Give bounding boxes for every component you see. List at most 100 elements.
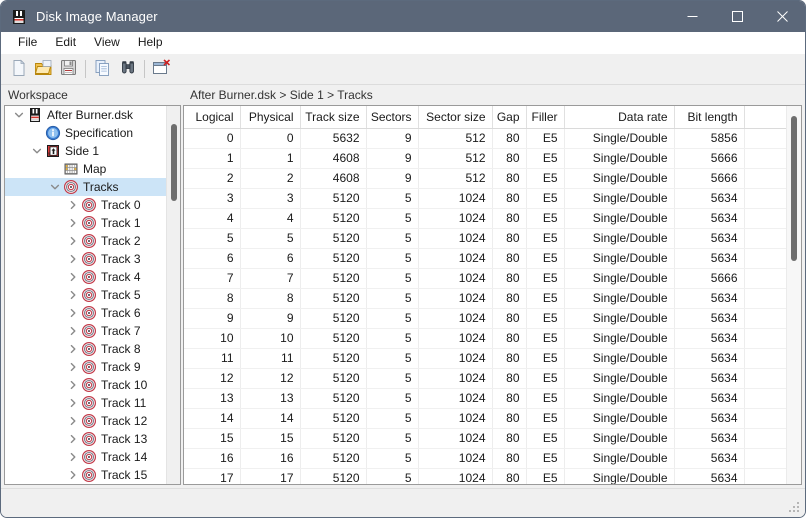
sidebar-item-track-11[interactable]: Track 11 <box>5 394 180 412</box>
track-target-icon <box>63 179 79 195</box>
chevron-right-icon[interactable] <box>65 290 81 300</box>
chevron-right-icon[interactable] <box>65 272 81 282</box>
chevron-right-icon[interactable] <box>65 308 81 318</box>
sidebar-item-track-4[interactable]: Track 4 <box>5 268 180 286</box>
chevron-right-icon[interactable] <box>65 398 81 408</box>
table-row[interactable]: 12 12 5120 5 1024 80 E5 Single/Double 5634 <box>184 368 789 389</box>
sidebar-item-after-burner-dsk[interactable]: After Burner.dsk <box>5 106 180 124</box>
column-header-physical[interactable]: Physical <box>240 106 301 129</box>
column-header-sector-size[interactable]: Sector size <box>418 106 493 129</box>
table-row[interactable]: 15 15 5120 5 1024 80 E5 Single/Double 5634 <box>184 428 789 449</box>
sidebar-item-track-1[interactable]: Track 1 <box>5 214 180 232</box>
table-cell: 80 <box>492 388 527 409</box>
sidebar-item-track-3[interactable]: Track 3 <box>5 250 180 268</box>
chevron-right-icon[interactable] <box>65 416 81 426</box>
sidebar-item-track-2[interactable]: Track 2 <box>5 232 180 250</box>
chevron-down-icon[interactable] <box>47 182 63 192</box>
chevron-right-icon[interactable] <box>65 380 81 390</box>
table-cell: 5 <box>366 388 419 409</box>
window-controls <box>670 1 805 32</box>
menu-item-file[interactable]: File <box>9 33 46 52</box>
close-window-button[interactable] <box>149 57 174 81</box>
table-cell: 5666 <box>674 168 745 189</box>
table-row[interactable]: 3 3 5120 5 1024 80 E5 Single/Double 5634 <box>184 188 789 209</box>
chevron-down-icon[interactable] <box>11 110 27 120</box>
menu-item-edit[interactable]: Edit <box>46 33 85 52</box>
resize-grip[interactable] <box>789 502 801 514</box>
table-cell: 1024 <box>418 188 493 209</box>
tracks-table-scrollbar[interactable] <box>786 106 801 484</box>
workspace-tree-scrollbar-thumb[interactable] <box>171 124 177 201</box>
sidebar-item-track-0[interactable]: Track 0 <box>5 196 180 214</box>
table-cell: 1024 <box>418 468 493 484</box>
find-button[interactable] <box>115 57 140 81</box>
table-row[interactable]: 14 14 5120 5 1024 80 E5 Single/Double 5634 <box>184 408 789 429</box>
table-row[interactable]: 8 8 5120 5 1024 80 E5 Single/Double 5634 <box>184 288 789 309</box>
chevron-right-icon[interactable] <box>65 344 81 354</box>
chevron-right-icon[interactable] <box>65 254 81 264</box>
chevron-right-icon[interactable] <box>65 326 81 336</box>
sidebar-item-map[interactable]: Map <box>5 160 180 178</box>
table-row[interactable]: 0 0 5632 9 512 80 E5 Single/Double 5856 <box>184 128 789 149</box>
new-button[interactable] <box>6 57 31 81</box>
maximize-button[interactable] <box>715 1 760 32</box>
table-row[interactable]: 5 5 5120 5 1024 80 E5 Single/Double 5634 <box>184 228 789 249</box>
sidebar-item-label: Track 11 <box>101 396 147 410</box>
table-row[interactable]: 11 11 5120 5 1024 80 E5 Single/Double 5634 <box>184 348 789 369</box>
table-row[interactable]: 6 6 5120 5 1024 80 E5 Single/Double 5634 <box>184 248 789 269</box>
sidebar-item-label: Track 5 <box>101 288 141 302</box>
workspace-tree-scrollbar[interactable] <box>166 106 180 484</box>
table-row[interactable]: 2 2 4608 9 512 80 E5 Single/Double 5666 <box>184 168 789 189</box>
table-row[interactable]: 1 1 4608 9 512 80 E5 Single/Double 5666 <box>184 148 789 169</box>
chevron-right-icon[interactable] <box>65 218 81 228</box>
sidebar-item-track-7[interactable]: Track 7 <box>5 322 180 340</box>
menu-item-help[interactable]: Help <box>129 33 172 52</box>
table-row[interactable]: 13 13 5120 5 1024 80 E5 Single/Double 5634 <box>184 388 789 409</box>
column-header-track-size[interactable]: Track size <box>300 106 367 129</box>
table-row[interactable]: 10 10 5120 5 1024 80 E5 Single/Double 5634 <box>184 328 789 349</box>
chevron-right-icon[interactable] <box>65 200 81 210</box>
tracks-table-scrollbar-thumb[interactable] <box>791 116 797 261</box>
table-row[interactable]: 17 17 5120 5 1024 80 E5 Single/Double 5634 <box>184 468 789 484</box>
copy-icon <box>94 59 112 80</box>
sidebar-item-track-5[interactable]: Track 5 <box>5 286 180 304</box>
close-button[interactable] <box>760 1 805 32</box>
copy-button[interactable] <box>90 57 115 81</box>
column-header-filler[interactable]: Filler <box>526 106 565 129</box>
minimize-button[interactable] <box>670 1 715 32</box>
close-window-icon <box>152 59 171 79</box>
column-header-data-rate[interactable]: Data rate <box>564 106 675 129</box>
sidebar-item-track-8[interactable]: Track 8 <box>5 340 180 358</box>
sidebar-item-track-12[interactable]: Track 12 <box>5 412 180 430</box>
column-header-sectors[interactable]: Sectors <box>366 106 419 129</box>
menu-item-view[interactable]: View <box>85 33 129 52</box>
sidebar-item-track-9[interactable]: Track 9 <box>5 358 180 376</box>
sidebar-item-tracks[interactable]: Tracks <box>5 178 180 196</box>
sidebar-item-specification[interactable]: Specification <box>5 124 180 142</box>
table-row[interactable]: 4 4 5120 5 1024 80 E5 Single/Double 5634 <box>184 208 789 229</box>
column-header-gap[interactable]: Gap <box>492 106 527 129</box>
sidebar-item-side-1[interactable]: 1 Side 1 <box>5 142 180 160</box>
chevron-right-icon[interactable] <box>65 362 81 372</box>
chevron-right-icon[interactable] <box>65 236 81 246</box>
sidebar-item-track-14[interactable]: Track 14 <box>5 448 180 466</box>
sidebar-item-track-6[interactable]: Track 6 <box>5 304 180 322</box>
chevron-right-icon[interactable] <box>65 434 81 444</box>
table-row[interactable]: 16 16 5120 5 1024 80 E5 Single/Double 5634 <box>184 448 789 469</box>
column-header-bit-length[interactable]: Bit length <box>674 106 745 129</box>
chevron-right-icon[interactable] <box>65 452 81 462</box>
save-button[interactable] <box>56 57 81 81</box>
chevron-down-icon[interactable] <box>29 146 45 156</box>
column-header-logical[interactable]: Logical <box>184 106 241 129</box>
table-cell: E5 <box>526 468 565 484</box>
sidebar-item-track-15[interactable]: Track 15 <box>5 466 180 484</box>
table-row[interactable]: 7 7 5120 5 1024 80 E5 Single/Double 5666 <box>184 268 789 289</box>
sidebar-item-track-13[interactable]: Track 13 <box>5 430 180 448</box>
table-cell: E5 <box>526 368 565 389</box>
table-row[interactable]: 9 9 5120 5 1024 80 E5 Single/Double 5634 <box>184 308 789 329</box>
sidebar-item-track-10[interactable]: Track 10 <box>5 376 180 394</box>
table-cell: E5 <box>526 448 565 469</box>
chevron-right-icon[interactable] <box>65 470 81 480</box>
open-button[interactable] <box>31 57 56 81</box>
application-window: Disk Image Manager File Edit View Help W… <box>0 0 806 518</box>
